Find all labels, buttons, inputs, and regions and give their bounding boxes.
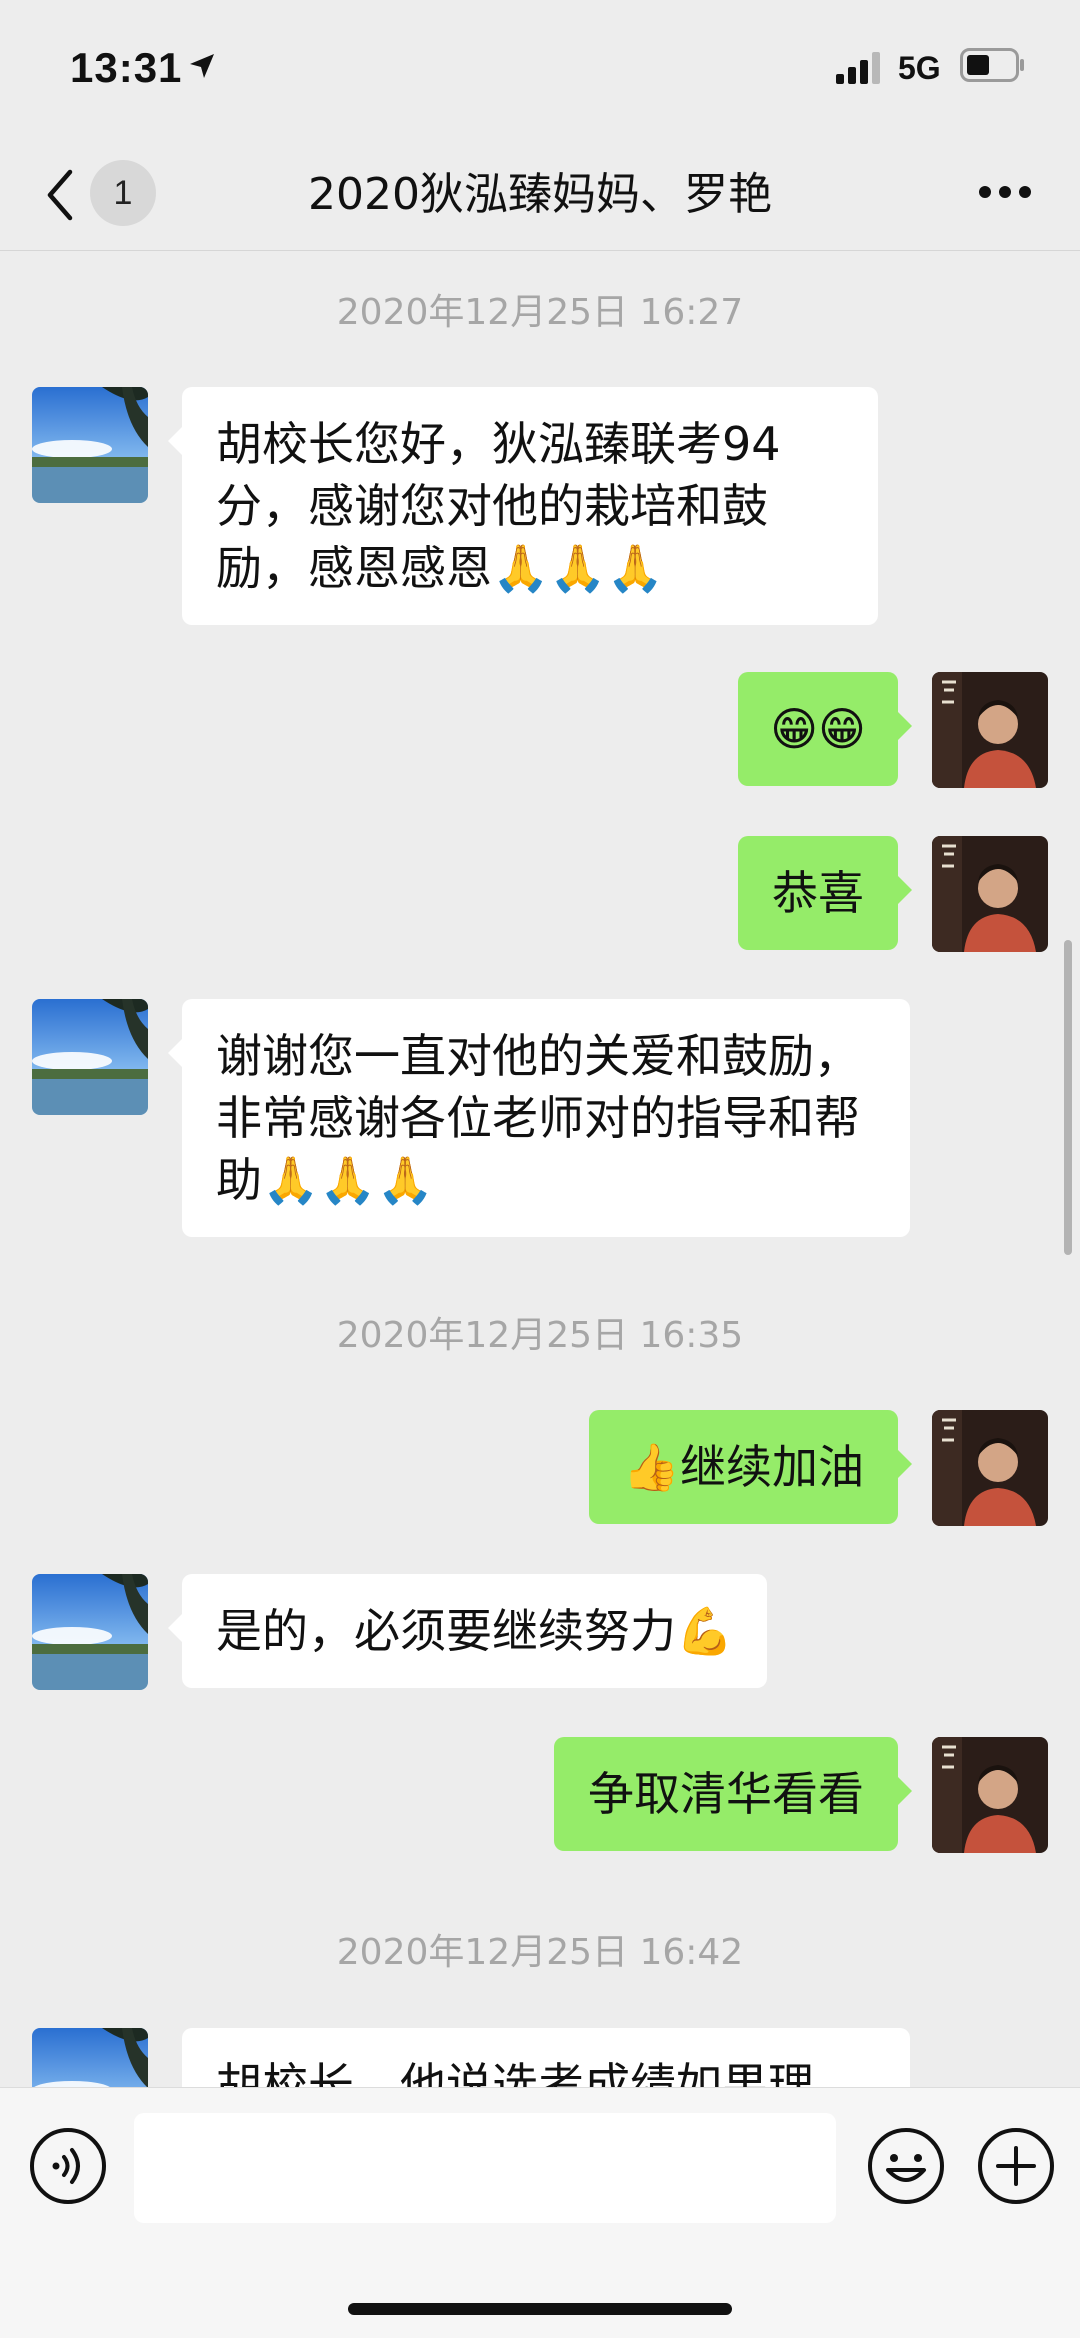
emoji-icon[interactable] [866,2126,946,2210]
network-type: 5G [898,50,941,86]
back-chevron-icon[interactable] [44,168,76,226]
outgoing-message-bubble[interactable]: 争取清华看看 [554,1737,912,1851]
outgoing-message-bubble[interactable]: 👍继续加油 [588,1410,913,1524]
my-avatar[interactable] [932,836,1048,952]
incoming-message-bubble[interactable]: 谢谢您一直对他的关爱和鼓励，非常感谢各位老师对的指导和帮助🙏🙏🙏 [168,999,910,1237]
contact-avatar[interactable] [32,387,148,503]
voice-input-icon[interactable] [28,2126,108,2210]
status-bar: 13:31 5G [0,0,1080,140]
battery-icon [960,48,1026,86]
home-indicator[interactable] [348,2303,732,2315]
incoming-message-bubble[interactable]: 是的，必须要继续努力💪 [167,1574,768,1688]
location-arrow-icon [188,52,216,84]
signal-icon [836,52,886,88]
outgoing-message-bubble[interactable]: 😁😁 [738,672,912,786]
more-options-icon[interactable] [978,184,1032,203]
input-bar [0,2087,1080,2338]
incoming-message-bubble[interactable]: 胡校长您好，狄泓臻联考94分，感谢您对他的栽培和鼓励，感恩感恩🙏🙏🙏 [168,387,878,625]
contact-avatar[interactable] [32,1574,148,1690]
my-avatar[interactable] [932,1410,1048,1526]
contact-avatar[interactable] [32,999,148,1115]
outgoing-message-bubble[interactable]: 恭喜 [738,836,912,950]
my-avatar[interactable] [932,1737,1048,1853]
scrollbar[interactable] [1064,940,1072,1255]
chat-header: 2020狄泓臻妈妈、罗艳 1 [0,140,1080,251]
message-timestamp: 2020年12月25日 16:35 [336,1315,744,1356]
chat-title: 2020狄泓臻妈妈、罗艳 [308,169,772,220]
message-input[interactable] [134,2113,836,2223]
my-avatar[interactable] [932,672,1048,788]
message-timestamp: 2020年12月25日 16:27 [336,292,744,333]
unread-count-badge[interactable]: 1 [90,160,156,226]
status-time: 13:31 [70,44,183,91]
message-timestamp: 2020年12月25日 16:42 [336,1932,744,1973]
plus-icon[interactable] [976,2126,1056,2210]
